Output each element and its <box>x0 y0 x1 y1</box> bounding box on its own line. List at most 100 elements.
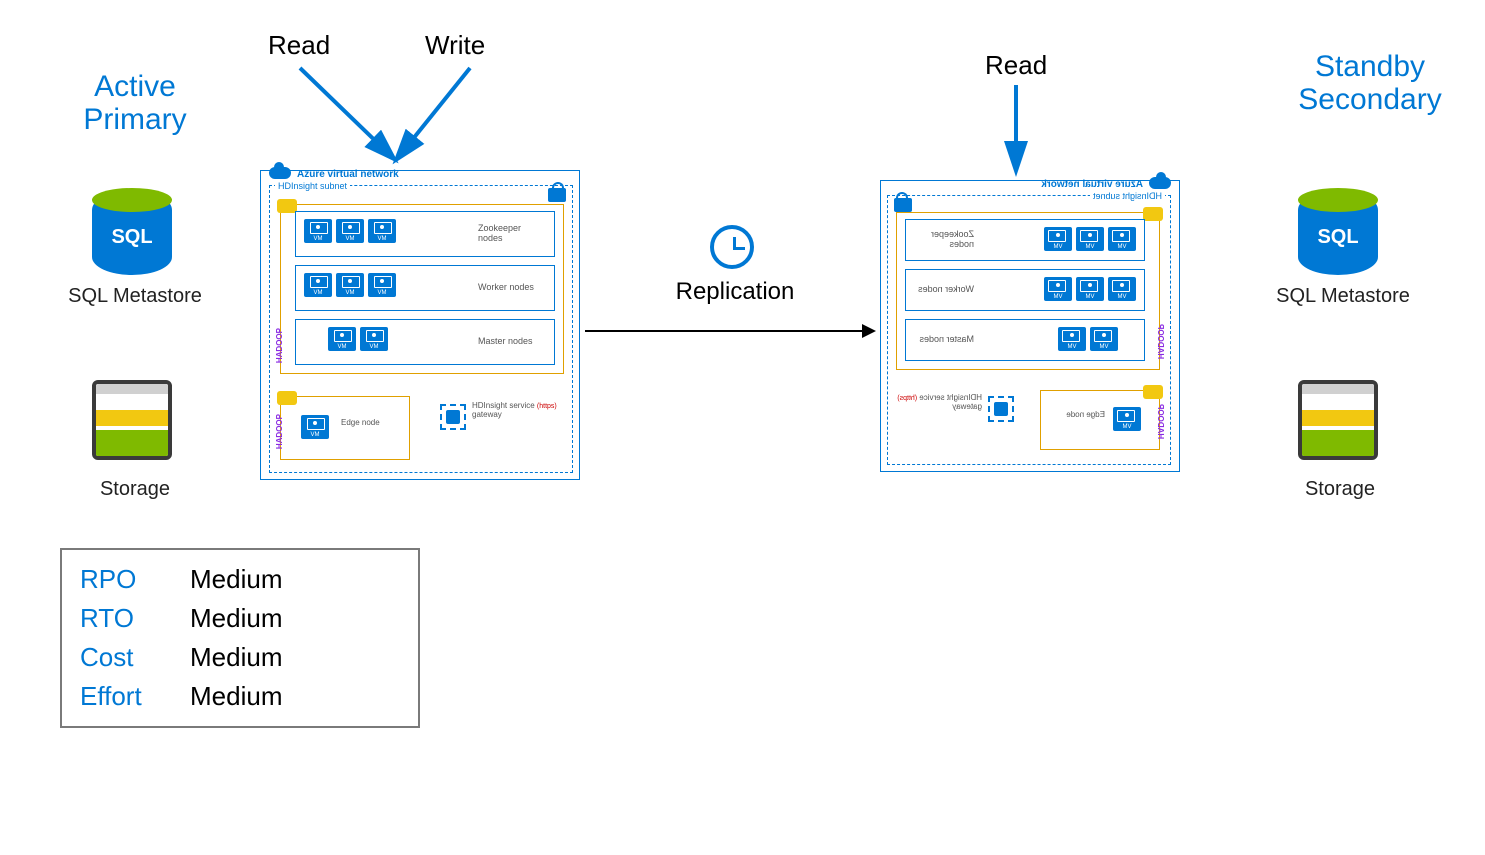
gateway-sublabel2: gateway <box>952 402 982 411</box>
hadoop-badge-icon <box>277 199 297 213</box>
vm-icon <box>336 273 364 297</box>
metrics-table: RPO Medium RTO Medium Cost Medium Effort… <box>60 548 420 728</box>
worker-tier: Worker nodes <box>295 265 555 311</box>
gateway-icon <box>440 404 466 430</box>
hadoop-label-edge: HADOOP <box>1156 404 1165 439</box>
sql-metastore-primary-label: SQL Metastore <box>55 285 215 308</box>
replication-label: Replication <box>670 278 800 306</box>
vm-icon <box>1044 277 1072 301</box>
primary-title-line2: Primary <box>83 103 186 136</box>
vm-icon <box>368 273 396 297</box>
edge-box-primary: HADOOP Edge node <box>280 396 410 460</box>
hadoop-badge-icon <box>1143 385 1163 399</box>
gateway-icon <box>988 396 1014 422</box>
secondary-title-line2: Secondary <box>1298 83 1441 116</box>
master-label: Master nodes <box>478 337 548 347</box>
vm-icon <box>1108 227 1136 251</box>
clock-icon <box>710 225 754 269</box>
hadoop-label-edge: HADOOP <box>275 414 284 449</box>
gateway-label: HDInsight service (https) gateway <box>896 394 982 412</box>
subnet-label-primary: HDInsight subnet <box>275 181 350 191</box>
gateway-sublabel: (https) <box>897 395 917 402</box>
metrics-key: Cost <box>80 642 160 673</box>
secondary-title-line1: Standby <box>1315 50 1425 83</box>
zookeeper-label: Zookeeper nodes <box>478 224 548 244</box>
hadoop-label-secondary: HADOOP <box>1156 324 1165 359</box>
write-arrow-primary <box>380 60 520 175</box>
primary-title: Active Primary <box>50 70 220 136</box>
subnet-secondary: HDInsight subnet HADOOP Zookeeper nodes … <box>887 195 1171 465</box>
replication-arrow-line <box>585 330 865 332</box>
secondary-cluster: Azure virtual network HDInsight subnet H… <box>880 180 1180 472</box>
hadoop-box-primary: HADOOP Zookeeper nodes Worker nodes Mast… <box>280 204 564 374</box>
write-label-primary: Write <box>425 30 485 61</box>
subnet-primary: HDInsight subnet HADOOP Zookeeper nodes … <box>269 185 573 473</box>
metrics-value: Medium <box>190 564 282 595</box>
edge-label: Edge node <box>341 419 380 428</box>
worker-tier: Worker nodes <box>905 269 1145 311</box>
metrics-value: Medium <box>190 642 282 673</box>
gateway-sublabel: (https) <box>537 403 557 410</box>
metrics-row-rto: RTO Medium <box>80 599 400 638</box>
zookeeper-label: Zookeeper nodes <box>912 230 974 250</box>
secondary-title: Standby Secondary <box>1280 50 1460 116</box>
vm-icon <box>1058 327 1086 351</box>
storage-primary-label: Storage <box>75 478 195 501</box>
sql-badge-primary: SQL <box>92 226 172 249</box>
read-label-primary: Read <box>268 30 330 61</box>
edge-label: Edge node <box>1066 411 1105 420</box>
vnet-label-primary: Azure virtual network <box>297 169 399 180</box>
vm-icon <box>304 219 332 243</box>
gateway-label-text: HDInsight service <box>472 401 535 410</box>
storage-secondary-label: Storage <box>1280 478 1400 501</box>
sql-metastore-secondary-icon: SQL <box>1298 200 1378 275</box>
vm-icon <box>1076 227 1104 251</box>
read-arrow-secondary <box>990 80 1050 185</box>
metrics-key: RTO <box>80 603 160 634</box>
cloud-icon <box>269 167 291 179</box>
lock-icon <box>548 188 566 202</box>
vm-icon <box>1108 277 1136 301</box>
vm-icon <box>301 415 329 439</box>
metrics-row-rpo: RPO Medium <box>80 560 400 599</box>
vm-icon <box>1090 327 1118 351</box>
metrics-row-effort: Effort Medium <box>80 677 400 716</box>
lock-icon <box>894 198 912 212</box>
sql-badge-secondary: SQL <box>1298 226 1378 249</box>
subnet-label-secondary: HDInsight subnet <box>1090 191 1165 201</box>
primary-title-line1: Active <box>94 70 176 103</box>
metrics-value: Medium <box>190 681 282 712</box>
vm-icon <box>336 219 364 243</box>
worker-label: Worker nodes <box>912 285 974 295</box>
gateway-sublabel2: gateway <box>472 410 502 419</box>
replication-arrowhead <box>862 324 876 338</box>
gateway-label-text: HDInsight service <box>919 393 982 402</box>
vm-icon <box>1076 277 1104 301</box>
zookeeper-tier: Zookeeper nodes <box>905 219 1145 261</box>
metrics-key: Effort <box>80 681 160 712</box>
worker-label: Worker nodes <box>478 283 548 293</box>
master-tier: Master nodes <box>905 319 1145 361</box>
gateway-label: HDInsight service (https) gateway <box>472 402 562 420</box>
sql-metastore-primary-icon: SQL <box>92 200 172 275</box>
storage-primary-icon <box>92 380 172 460</box>
storage-secondary-icon <box>1298 380 1378 460</box>
hadoop-box-secondary: HADOOP Zookeeper nodes Worker nodes Mast… <box>896 212 1160 370</box>
vm-icon <box>1044 227 1072 251</box>
metrics-key: RPO <box>80 564 160 595</box>
master-tier: Master nodes <box>295 319 555 365</box>
sql-metastore-secondary-label: SQL Metastore <box>1258 285 1428 308</box>
hadoop-badge-icon <box>277 391 297 405</box>
vm-icon <box>360 327 388 351</box>
primary-cluster: Azure virtual network HDInsight subnet H… <box>260 170 580 480</box>
cloud-icon <box>1149 177 1171 189</box>
read-label-secondary: Read <box>985 50 1047 81</box>
zookeeper-tier: Zookeeper nodes <box>295 211 555 257</box>
master-label: Master nodes <box>912 335 974 345</box>
vm-icon <box>368 219 396 243</box>
hadoop-badge-icon <box>1143 207 1163 221</box>
metrics-value: Medium <box>190 603 282 634</box>
vm-icon <box>304 273 332 297</box>
vm-icon <box>328 327 356 351</box>
edge-box-secondary: HADOOP Edge node <box>1040 390 1160 450</box>
